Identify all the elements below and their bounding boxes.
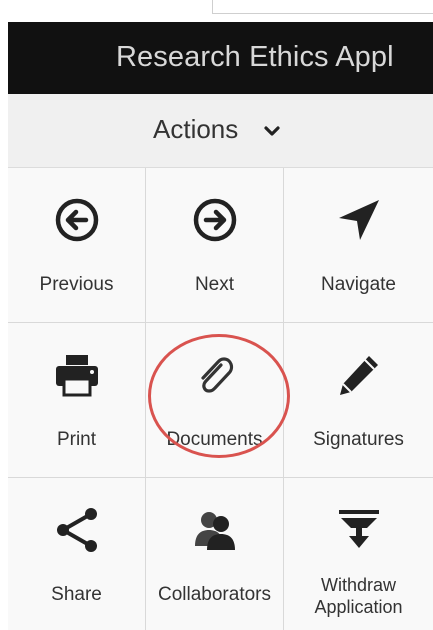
title-bar: Research Ethics Appl <box>8 22 433 94</box>
frame-edge <box>212 0 433 14</box>
pencil-icon <box>339 356 378 395</box>
paperclip-icon <box>200 357 233 393</box>
previous-label: Previous <box>39 274 114 295</box>
actions-dropdown[interactable]: Actions <box>8 94 433 168</box>
share-label: Share <box>51 584 102 605</box>
actions-label: Actions <box>153 114 239 144</box>
page: Research Ethics Appl Actions Previous Ne… <box>0 0 433 630</box>
collaborators-button[interactable]: Collaborators <box>146 478 284 630</box>
signatures-button[interactable]: Signatures <box>284 323 433 478</box>
signatures-label: Signatures <box>313 429 404 450</box>
navigate-label: Navigate <box>321 274 396 295</box>
next-button[interactable]: Next <box>146 168 284 323</box>
navigate-button[interactable]: Navigate <box>284 168 433 323</box>
withdraw-application-button[interactable]: Withdraw Application <box>284 478 433 630</box>
print-icon <box>55 355 98 397</box>
users-icon <box>194 512 235 550</box>
print-button[interactable]: Print <box>8 323 146 478</box>
arrow-circle-left-icon <box>55 198 98 242</box>
top-strip <box>0 0 433 20</box>
previous-button[interactable]: Previous <box>8 168 146 323</box>
page-title: Research Ethics Appl <box>116 41 394 73</box>
share-button[interactable]: Share <box>8 478 146 630</box>
withdraw-icon <box>338 510 379 548</box>
next-label: Next <box>194 274 235 295</box>
withdraw-label-line1: Withdraw <box>320 575 396 595</box>
chevron-down-icon <box>264 126 280 136</box>
print-label: Print <box>56 429 97 450</box>
documents-label: Documents <box>166 429 263 450</box>
withdraw-label-line2: Application <box>314 597 403 617</box>
collaborators-label: Collaborators <box>158 584 271 605</box>
arrow-circle-right-icon <box>193 198 236 242</box>
share-icon <box>56 508 97 552</box>
actions-grid: Previous Next Navigate Print Documents S… <box>8 168 433 630</box>
documents-button[interactable]: Documents <box>146 323 284 478</box>
location-arrow-icon <box>338 200 379 240</box>
withdraw-application-label: Withdraw Application <box>284 574 433 618</box>
